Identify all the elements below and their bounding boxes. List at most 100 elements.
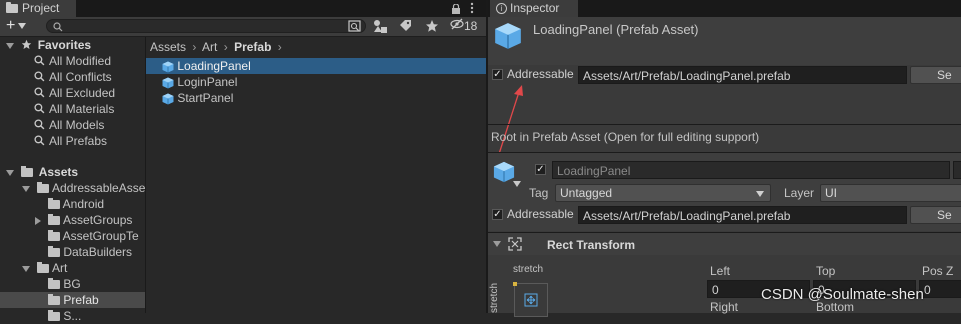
posz-field[interactable]: 0: [919, 280, 961, 298]
static-field[interactable]: [953, 161, 961, 179]
favorite-item-label: All Materials: [49, 102, 115, 116]
anchor-presets-button[interactable]: [513, 282, 548, 317]
asset-title: LoadingPanel (Prefab Asset): [533, 22, 699, 37]
favorite-item[interactable]: All Modified: [34, 53, 111, 69]
favorite-item[interactable]: All Excluded: [34, 85, 115, 101]
icon-dropdown-arrow[interactable]: [513, 181, 521, 187]
folder-icon: [48, 278, 60, 290]
folder-icon: [48, 198, 60, 210]
project-tab-label: Project: [22, 1, 60, 15]
expand-arrow-icon[interactable]: [493, 241, 501, 247]
filter-by-label-icon[interactable]: [398, 19, 412, 33]
folder-icon: [21, 166, 34, 178]
assets-label: Assets: [38, 165, 79, 179]
favorite-item[interactable]: All Materials: [34, 101, 114, 117]
search-icon: [34, 134, 45, 150]
breadcrumb-separator-icon: ›: [223, 40, 228, 54]
favorite-item-label: All Models: [49, 118, 105, 132]
favorite-item-label: All Excluded: [49, 86, 116, 100]
folder-icon: [48, 294, 60, 306]
tree-item-prefab[interactable]: Prefab: [48, 292, 99, 308]
favorites-label: Favorites: [37, 38, 92, 52]
favorite-item[interactable]: All Models: [34, 117, 104, 133]
folder-icon: [48, 310, 60, 322]
favorite-item[interactable]: All Prefabs: [34, 133, 107, 149]
tree-item-bg[interactable]: BG: [48, 276, 81, 292]
search-icon: [34, 54, 45, 70]
file-item-label: LoginPanel: [177, 75, 238, 89]
tree-item-databuilders[interactable]: DataBuilders: [48, 244, 132, 260]
anchor-stretch-label: stretch: [513, 264, 544, 275]
folder-icon: [48, 246, 60, 258]
search-by-type-icon[interactable]: [348, 20, 362, 33]
tree-item-label: AssetGroups: [63, 213, 133, 227]
search-icon: [34, 86, 45, 102]
breadcrumb-item[interactable]: Prefab: [234, 40, 271, 54]
lock-icon[interactable]: [452, 3, 460, 14]
breadcrumb-item[interactable]: Art: [202, 40, 217, 54]
prefab-cube-icon: [495, 23, 521, 49]
more-options-icon[interactable]: [470, 2, 474, 14]
folder-icon: [37, 182, 50, 194]
anchor-dots: [513, 282, 517, 286]
prefab-cube-icon: [162, 77, 174, 89]
file-item-label: LoadingPanel: [177, 59, 251, 73]
tree-item-label: BG: [63, 277, 81, 291]
active-checkbox[interactable]: ✓: [535, 164, 546, 175]
tree-item-addressable[interactable]: AddressableAsse: [22, 180, 145, 196]
plus-icon: +: [6, 17, 16, 34]
favorite-item-label: All Prefabs: [49, 134, 108, 148]
addressable-checkbox-2[interactable]: ✓: [492, 209, 503, 220]
addressable-checkbox[interactable]: ✓: [492, 69, 503, 80]
tree-item-assetgroups[interactable]: AssetGroups: [35, 212, 132, 228]
search-icon: [34, 102, 45, 118]
rect-transform-icon: [508, 237, 522, 251]
favorites-header[interactable]: Favorites: [6, 37, 91, 53]
object-name-field[interactable]: LoadingPanel: [552, 161, 950, 179]
filter-by-type-icon[interactable]: [373, 19, 389, 33]
addressable-path-field-2[interactable]: Assets/Art/Prefab/LoadingPanel.prefab: [578, 206, 907, 224]
file-item-label: StartPanel: [177, 91, 234, 105]
addressable-label-2: Addressable: [507, 207, 574, 221]
tree-item-partial[interactable]: S...: [48, 308, 81, 324]
search-icon: [34, 118, 45, 134]
hidden-packages-toggle[interactable]: 18: [450, 18, 484, 35]
tree-item-label: AssetGroupTe: [62, 229, 139, 243]
layer-label: Layer: [784, 186, 815, 200]
favorite-item[interactable]: All Conflicts: [34, 69, 112, 85]
info-icon: i: [496, 3, 507, 15]
project-tab[interactable]: Project: [0, 0, 76, 17]
tree-item-android[interactable]: Android: [48, 196, 104, 212]
assets-header[interactable]: Assets: [6, 164, 78, 180]
chevron-down-icon: [756, 191, 764, 197]
eye-slash-icon: [450, 18, 464, 35]
tree-item-label: DataBuilders: [63, 245, 133, 259]
gameobject-cube-icon[interactable]: [493, 160, 515, 184]
search-icon: [53, 21, 63, 35]
posz-label: Pos Z: [922, 264, 954, 278]
file-item[interactable]: LoadingPanel: [162, 58, 251, 74]
select-button[interactable]: Se: [910, 66, 961, 84]
breadcrumb: Assets › Art › Prefab ›: [146, 37, 486, 57]
tree-item-art[interactable]: Art: [22, 260, 67, 276]
file-item[interactable]: StartPanel: [162, 90, 233, 106]
breadcrumb-item[interactable]: Assets: [150, 40, 186, 54]
create-button[interactable]: +: [6, 18, 38, 35]
inspector-tab[interactable]: i Inspector: [490, 0, 578, 17]
expand-arrow-icon: [22, 265, 30, 272]
watermark: CSDN @Soulmate-shen: [761, 286, 924, 303]
breadcrumb-separator-icon: ›: [277, 40, 282, 54]
addressable-path-field[interactable]: Assets/Art/Prefab/LoadingPanel.prefab: [578, 66, 907, 84]
file-item[interactable]: LoginPanel: [162, 74, 237, 90]
expand-arrow-icon: [22, 185, 30, 192]
favorite-item-label: All Conflicts: [49, 70, 112, 84]
layer-dropdown[interactable]: UI: [820, 184, 961, 202]
folder-icon: [48, 214, 61, 226]
tree-item-assetgrouptemplates[interactable]: AssetGroupTe: [48, 228, 145, 244]
right-label: Right: [710, 300, 739, 314]
select-button-2[interactable]: Se: [910, 206, 961, 224]
search-input[interactable]: [46, 19, 366, 33]
favorite-star-icon[interactable]: [425, 19, 439, 33]
tag-dropdown[interactable]: Untagged: [555, 184, 771, 202]
breadcrumb-separator-icon: ›: [192, 40, 197, 54]
